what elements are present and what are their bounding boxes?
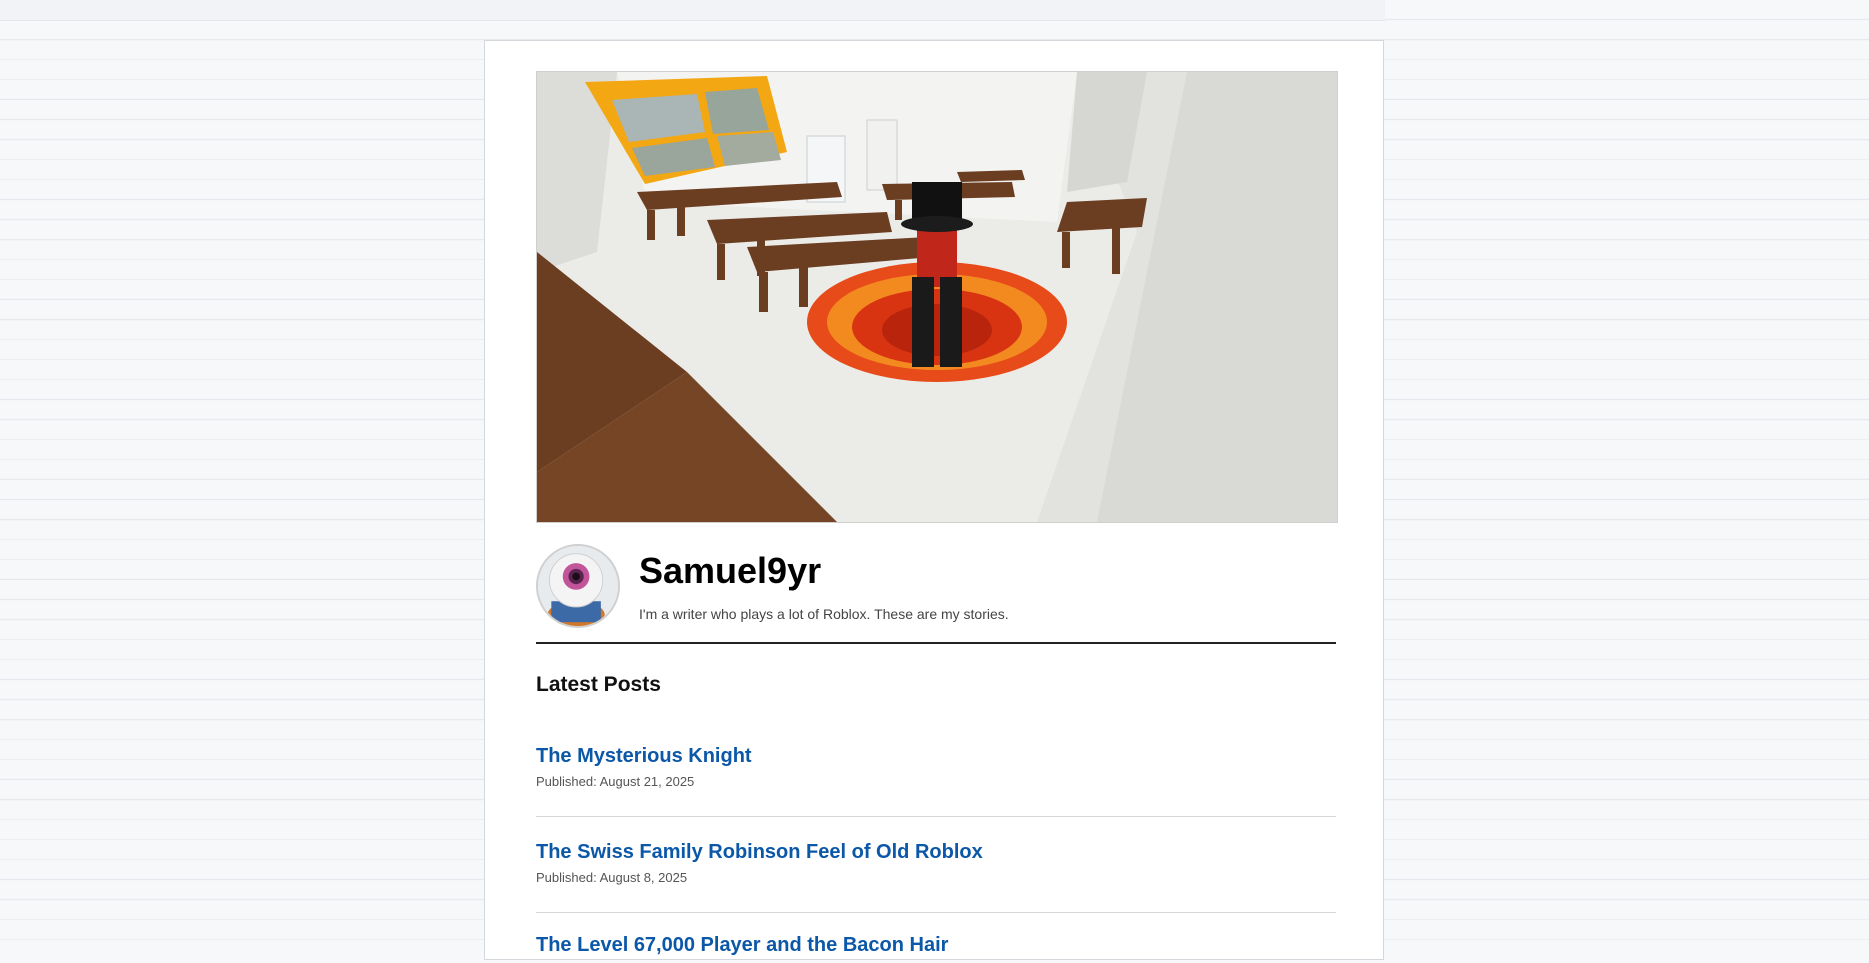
latest-posts-heading: Latest Posts bbox=[536, 673, 661, 696]
post-item: The Swiss Family Robinson Feel of Old Ro… bbox=[536, 840, 1336, 885]
profile-banner-image bbox=[536, 71, 1338, 523]
post-item: The Mysterious Knight Published: August … bbox=[536, 744, 1336, 789]
page-card: Samuel9yr I'm a writer who plays a lot o… bbox=[484, 40, 1384, 960]
top-strip bbox=[0, 0, 1385, 21]
post-title-link[interactable]: The Mysterious Knight bbox=[536, 744, 1336, 768]
profile-avatar bbox=[536, 544, 620, 628]
post-date: Published: August 8, 2025 bbox=[536, 870, 688, 885]
post-separator bbox=[536, 912, 1336, 913]
post-item: The Level 67,000 Player and the Bacon Ha… bbox=[536, 933, 1336, 963]
post-title-link[interactable]: The Level 67,000 Player and the Bacon Ha… bbox=[536, 933, 1336, 957]
post-date: Published: August 21, 2025 bbox=[536, 774, 695, 789]
profile-bio: I'm a writer who plays a lot of Roblox. … bbox=[639, 606, 1009, 622]
profile-name: Samuel9yr bbox=[639, 550, 822, 591]
post-separator bbox=[536, 816, 1336, 817]
profile-divider bbox=[536, 642, 1336, 644]
post-title-link[interactable]: The Swiss Family Robinson Feel of Old Ro… bbox=[536, 840, 1336, 864]
